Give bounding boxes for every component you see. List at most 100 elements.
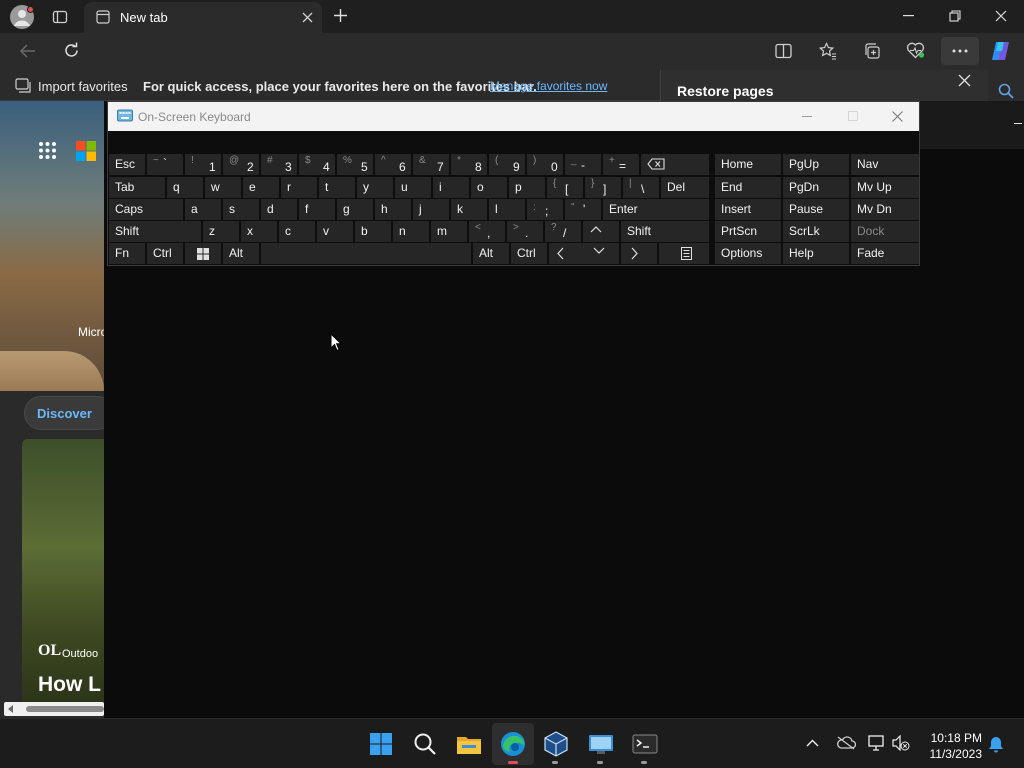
key-alt-left[interactable]: Alt [223,243,259,264]
key-left-bracket[interactable]: {[ [547,177,583,198]
key-2[interactable]: @2 [223,154,259,175]
key-right-bracket[interactable]: }] [585,177,621,198]
key-1[interactable]: ! 1 [185,154,221,175]
key-scrlk[interactable]: ScrLk [783,221,849,242]
key-slash[interactable]: ? / [545,221,581,242]
key-t[interactable]: t [319,177,355,198]
clock-time[interactable]: 10:18 PM [926,731,982,745]
key-alt-right[interactable]: Alt [473,243,509,264]
key-up[interactable] [583,221,619,242]
key-7[interactable]: & 7 [413,154,449,175]
key-comma[interactable]: <, [469,221,505,242]
close-restore-icon[interactable] [958,74,971,87]
key-end[interactable]: End [715,177,781,198]
key-menu[interactable] [659,243,709,264]
sidebar-search-icon[interactable] [998,83,1014,99]
news-card[interactable]: OL Outdoo How L [22,439,104,709]
key-minus[interactable]: _ - [565,154,601,175]
key-period[interactable]: >. [507,221,543,242]
remote-desktop-icon[interactable] [586,729,616,759]
key-caps[interactable]: Caps [109,199,183,220]
key-l[interactable]: l [489,199,525,220]
key-ctrl-left[interactable]: Ctrl [147,243,183,264]
key-0[interactable]: ) 0 [527,154,563,175]
key-b[interactable]: b [355,221,391,242]
key-g[interactable]: g [337,199,373,220]
key-a[interactable]: a [185,199,221,220]
key-pgup[interactable]: PgUp [783,154,849,175]
split-screen-icon[interactable] [775,43,792,59]
key-n[interactable]: n [393,221,429,242]
key-p[interactable]: p [509,177,545,198]
key-right[interactable] [621,243,657,264]
taskbar-search-icon[interactable] [410,729,440,759]
notification-bell-icon[interactable] [988,736,1004,753]
terminal-icon[interactable] [630,729,660,759]
key-6[interactable]: ^ 6 [375,154,411,175]
key-nav[interactable]: Nav [851,154,919,175]
key-9[interactable]: (9 [489,154,525,175]
key-j[interactable]: j [413,199,449,220]
manage-favorites-link[interactable]: Manage favorites now [490,79,607,93]
key-left[interactable] [549,243,585,264]
key-w[interactable]: w [205,177,241,198]
key-v[interactable]: v [317,221,353,242]
clock-date[interactable]: 11/3/2023 [916,747,983,761]
key-backslash[interactable]: | \ [623,177,659,198]
key-k[interactable]: k [451,199,487,220]
key-home[interactable]: Home [715,154,781,175]
key-pgdn[interactable]: PgDn [783,177,849,198]
osk-title-bar[interactable]: On-Screen Keyboard [108,102,919,131]
key-esc[interactable]: Esc [109,154,145,175]
restore-window-icon[interactable] [949,10,961,22]
network-icon[interactable] [868,735,886,751]
onedrive-offline-icon[interactable] [836,736,856,750]
key-down[interactable] [583,243,619,264]
key-backspace[interactable] [641,154,709,175]
osk-minimize-icon[interactable] [802,116,812,118]
key-y[interactable]: y [357,177,393,198]
collections-icon[interactable] [863,42,881,60]
key-del[interactable]: Del [661,177,709,198]
key-8[interactable]: * 8 [451,154,487,175]
scroll-left-arrow-icon[interactable] [8,705,13,713]
key-e[interactable]: e [243,177,279,198]
key-shift-right[interactable]: Shift [621,221,709,242]
discover-tab[interactable]: Discover [24,396,104,430]
key-c[interactable]: c [279,221,315,242]
tab-actions-icon[interactable] [52,9,68,25]
key-space[interactable] [261,243,471,264]
key-fade[interactable]: Fade [851,243,919,264]
key-equals[interactable]: + = [603,154,639,175]
apps-launcher-icon[interactable] [38,141,57,160]
key-quote[interactable]: " ' [565,199,601,220]
key-shift-left[interactable]: Shift [109,221,201,242]
close-tab-icon[interactable] [302,12,313,23]
key-windows[interactable] [185,243,221,264]
key-mv-up[interactable]: Mv Up [851,177,919,198]
import-favorites-link[interactable]: Import favorites [38,79,128,94]
key-z[interactable]: z [203,221,239,242]
key-r[interactable]: r [281,177,317,198]
key-5[interactable]: % 5 [337,154,373,175]
key-mv-dn[interactable]: Mv Dn [851,199,919,220]
key-i[interactable]: i [433,177,469,198]
key-help[interactable]: Help [783,243,849,264]
settings-more-icon[interactable] [941,37,979,65]
key-insert[interactable]: Insert [715,199,781,220]
key-prtscn[interactable]: PrtScn [715,221,781,242]
key-f[interactable]: f [299,199,335,220]
key-q[interactable]: q [167,177,203,198]
edge-browser-icon[interactable] [498,729,528,759]
key-h[interactable]: h [375,199,411,220]
key-enter[interactable]: Enter [603,199,709,220]
start-windows-icon[interactable] [366,729,396,759]
close-window-icon[interactable] [995,10,1007,22]
key-m[interactable]: m [431,221,467,242]
back-arrow-icon[interactable] [19,43,36,59]
key-d[interactable]: d [261,199,297,220]
key-tilde[interactable]: ~ ` [147,154,183,175]
key-fn[interactable]: Fn [109,243,145,264]
favorites-icon[interactable] [819,42,837,60]
refresh-icon[interactable] [63,42,80,59]
